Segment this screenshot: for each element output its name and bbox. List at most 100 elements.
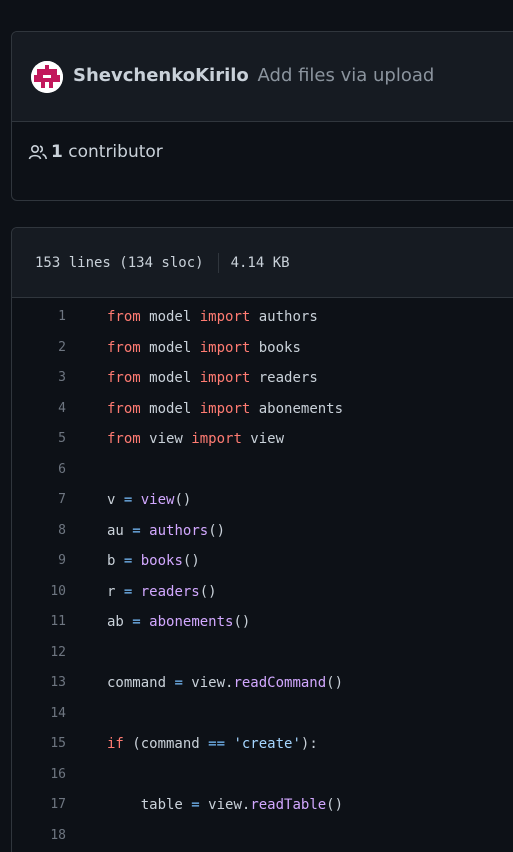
- code-token: readCommand: [233, 675, 327, 691]
- code-token: ==: [208, 736, 226, 752]
- line-number[interactable]: 10: [12, 577, 66, 608]
- line-number[interactable]: 1: [12, 302, 66, 333]
- code-token: import: [199, 370, 251, 386]
- code-token: r: [107, 583, 124, 600]
- line-number[interactable]: 18: [12, 821, 66, 852]
- code-token: (): [174, 492, 192, 508]
- code-token: from: [107, 309, 141, 325]
- code-line: 18: [12, 821, 513, 852]
- line-number[interactable]: 6: [12, 455, 66, 486]
- file-header: 153 lines (134 sloc) 4.14 KB: [12, 228, 513, 298]
- code-token: books: [250, 339, 301, 356]
- code-token: import: [191, 431, 242, 447]
- line-number[interactable]: 13: [12, 668, 66, 699]
- line-number[interactable]: 4: [12, 394, 66, 425]
- code-line: 11 ab = abonements(): [12, 607, 513, 638]
- code-text: from model import abonements: [107, 394, 343, 425]
- line-number[interactable]: 9: [12, 546, 66, 577]
- code-token: au: [107, 522, 133, 539]
- code-line: 3 from model import readers: [12, 363, 513, 394]
- line-number[interactable]: 12: [12, 638, 66, 669]
- line-number[interactable]: 8: [12, 516, 66, 547]
- code-token: (): [182, 553, 200, 569]
- contributor-label: contributor: [68, 142, 163, 162]
- avatar-identicon-icon: [31, 61, 63, 93]
- code-token: import: [199, 339, 251, 356]
- file-content-box: 153 lines (134 sloc) 4.14 KB 1 from model …: [11, 227, 513, 852]
- latest-commit-row: ShevchenkoKirilo Add files via upload: [12, 32, 513, 122]
- commit-author-link[interactable]: ShevchenkoKirilo: [73, 65, 249, 86]
- code-text: from model import authors: [107, 302, 318, 333]
- code-token: authors: [149, 522, 209, 539]
- code-line: 8 au = authors(): [12, 516, 513, 547]
- code-text: table = view.readTable(): [107, 790, 343, 821]
- code-text: command = view.readCommand(): [107, 668, 343, 699]
- code-text: v = view(): [107, 485, 191, 516]
- line-number[interactable]: 2: [12, 333, 66, 364]
- code-token: import: [199, 400, 251, 417]
- code-line: 12: [12, 638, 513, 669]
- code-token: ab: [107, 614, 133, 630]
- code-token: from: [107, 400, 141, 417]
- contributor-count: 1: [51, 142, 63, 162]
- avatar-icon[interactable]: [31, 61, 63, 93]
- code-token: from: [107, 370, 141, 386]
- code-token: (): [208, 522, 226, 539]
- code-token: abonements: [250, 400, 344, 417]
- code-blob: 1 from model import authors 2 from model im…: [12, 302, 513, 851]
- code-token: (command: [123, 736, 209, 752]
- line-number[interactable]: 5: [12, 424, 66, 455]
- code-token: abonements: [149, 614, 234, 630]
- file-line-count: 153 lines (134 sloc): [35, 255, 204, 271]
- file-view-page: ShevchenkoKirilo Add files via upload 1 …: [0, 0, 513, 852]
- code-line: 9 b = books(): [12, 546, 513, 577]
- code-line: 1 from model import authors: [12, 302, 513, 333]
- code-token: v: [107, 492, 124, 508]
- code-token: b: [107, 553, 124, 569]
- code-token: view: [140, 492, 175, 508]
- code-text: from model import readers: [107, 363, 318, 394]
- contributors-link[interactable]: 1 contributor: [51, 141, 163, 163]
- file-info-divider: [217, 253, 219, 273]
- code-token: (): [233, 614, 251, 630]
- code-token: readers: [140, 583, 200, 600]
- line-number[interactable]: 16: [12, 760, 66, 791]
- code-token: books: [140, 553, 183, 569]
- code-text: from view import view: [107, 424, 284, 455]
- code-token: from: [107, 339, 141, 356]
- code-token: =: [174, 675, 183, 691]
- contributors-row: 1 contributor: [12, 122, 513, 200]
- code-token: if: [107, 736, 124, 752]
- line-number[interactable]: 3: [12, 363, 66, 394]
- code-token: (): [199, 583, 217, 600]
- code-line: 16: [12, 760, 513, 791]
- code-token: (): [326, 675, 344, 691]
- code-line: 7 v = view(): [12, 485, 513, 516]
- commit-message-link[interactable]: Add files via upload: [258, 65, 435, 86]
- file-info: 153 lines (134 sloc) 4.14 KB: [35, 253, 290, 273]
- code-line: 14: [12, 699, 513, 730]
- code-line: 17 table = view.readTable(): [12, 790, 513, 821]
- line-number[interactable]: 17: [12, 790, 66, 821]
- code-line: 15 if (command == 'create'):: [12, 729, 513, 760]
- code-token: model: [140, 309, 200, 325]
- code-line: 5 from view import view: [12, 424, 513, 455]
- code-token: model: [140, 339, 200, 356]
- code-token: import: [199, 309, 251, 325]
- code-token: authors: [250, 309, 318, 325]
- line-number[interactable]: 15: [12, 729, 66, 760]
- code-token: model: [140, 400, 200, 417]
- code-token: =: [132, 614, 141, 630]
- code-text: from model import books: [107, 333, 301, 364]
- line-number[interactable]: 7: [12, 485, 66, 516]
- line-number[interactable]: 11: [12, 607, 66, 638]
- code-token: from: [107, 431, 141, 447]
- code-token: =: [191, 797, 200, 813]
- code-token: command: [107, 675, 175, 691]
- code-token: =: [132, 522, 141, 539]
- code-line: 10 r = readers(): [12, 577, 513, 608]
- line-number[interactable]: 14: [12, 699, 66, 730]
